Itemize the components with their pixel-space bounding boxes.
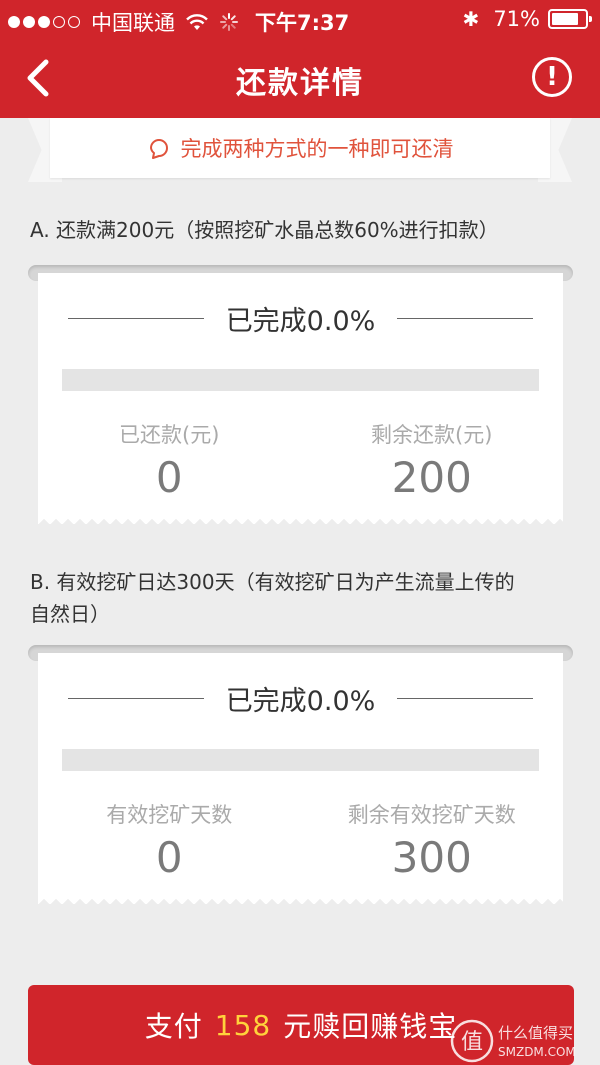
svg-text:什么值得买: 什么值得买 bbox=[498, 1024, 573, 1042]
option-b-title-line2: 自然日） bbox=[30, 602, 110, 626]
remaining-amount-label: 剩余还款(元) bbox=[371, 423, 493, 447]
signal-strength-icon bbox=[8, 16, 83, 28]
option-b-title-line1: B. 有效挖矿日达300天（有效挖矿日为产生流量上传的 bbox=[30, 570, 515, 594]
battery-percent: 71% bbox=[493, 7, 540, 31]
nav-bar: 还款详情 ! bbox=[0, 40, 600, 118]
option-a-title: A. 还款满200元（按照挖矿水晶总数60%进行扣款） bbox=[30, 218, 499, 242]
svg-text:值: 值 bbox=[461, 1030, 483, 1055]
exclamation-circle-icon: ! bbox=[546, 62, 558, 92]
clock-time: 下午7:37 bbox=[255, 11, 350, 35]
remaining-amount-value: 200 bbox=[391, 453, 472, 502]
info-button[interactable]: ! bbox=[532, 57, 572, 97]
pay-button-suffix: 元赎回赚钱宝 bbox=[283, 1010, 458, 1043]
wifi-icon bbox=[186, 14, 208, 30]
bluetooth-icon: ✱ bbox=[462, 7, 480, 31]
pay-amount: 158 bbox=[214, 1008, 272, 1042]
pay-button-prefix: 支付 bbox=[144, 1010, 203, 1043]
option-b-title: B. 有效挖矿日达300天（有效挖矿日为产生流量上传的 自然日） bbox=[30, 566, 515, 630]
notice-ribbon: 完成两种方式的一种即可还清 bbox=[28, 118, 572, 190]
notice-text: 完成两种方式的一种即可还清 bbox=[180, 137, 454, 161]
carrier-name: 中国联通 bbox=[91, 11, 175, 35]
mining-days-label: 有效挖矿天数 bbox=[106, 803, 233, 827]
svg-text:SMZDM.COM: SMZDM.COM bbox=[498, 1045, 576, 1059]
repaid-amount-value: 0 bbox=[155, 453, 183, 502]
option-b-progress-bar bbox=[62, 749, 539, 771]
option-a-progress-bar bbox=[62, 369, 539, 391]
page-title: 还款详情 bbox=[236, 66, 364, 101]
activity-spinner-icon bbox=[220, 13, 238, 31]
mining-days-value: 0 bbox=[155, 833, 183, 882]
smzdm-watermark: 值 什么值得买 SMZDM.COM bbox=[450, 1018, 590, 1065]
option-a-card: 已完成0.0% 已还款(元) 0 剩余还款(元) 200 bbox=[28, 265, 573, 524]
repaid-amount-label: 已还款(元) bbox=[119, 423, 220, 447]
bell-icon bbox=[149, 139, 168, 159]
option-b-card: 已完成0.0% 有效挖矿天数 0 剩余有效挖矿天数 300 bbox=[28, 645, 573, 904]
battery-icon bbox=[548, 9, 592, 29]
remaining-mining-days-label: 剩余有效挖矿天数 bbox=[347, 803, 516, 827]
status-bar: 中国联通 下午7:37 ✱ 71% bbox=[0, 0, 600, 40]
remaining-mining-days-value: 300 bbox=[391, 833, 472, 882]
